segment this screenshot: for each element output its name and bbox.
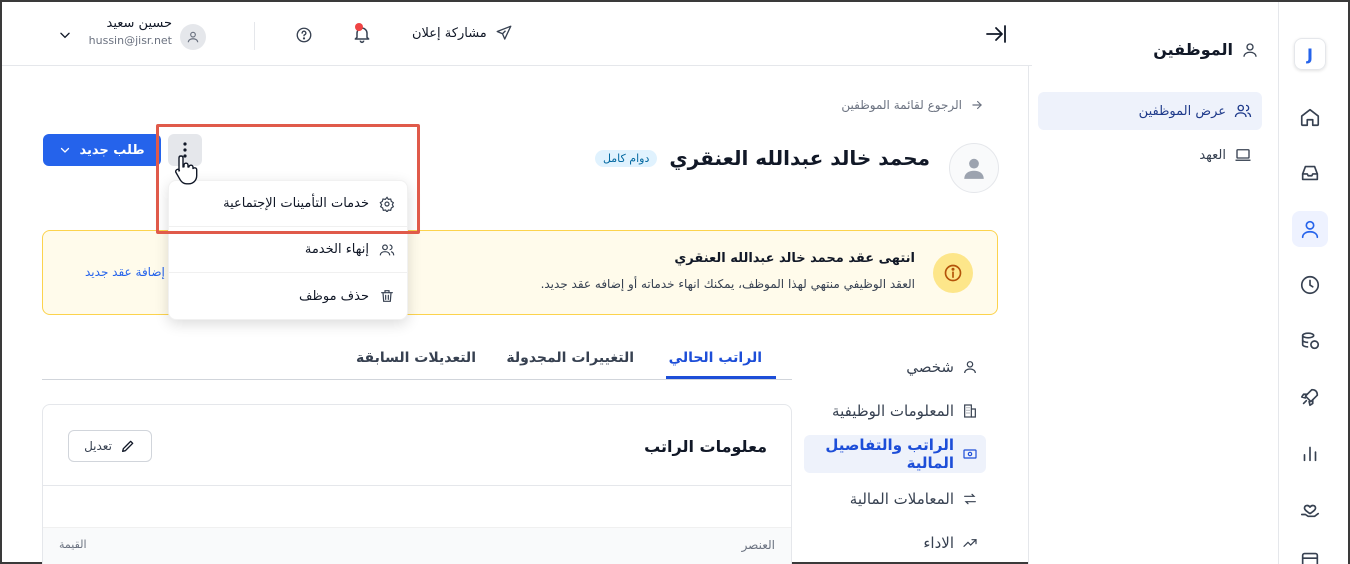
coins-icon[interactable] xyxy=(1292,323,1328,359)
info-icon xyxy=(933,253,973,293)
active-tab-indicator xyxy=(666,376,776,379)
breadcrumb[interactable]: الرجوع لقائمة الموظفين xyxy=(841,98,984,112)
chevron-down-icon xyxy=(59,144,71,156)
sidebar-item-label: عرض الموظفين xyxy=(1138,103,1226,119)
alert-title: انتهى عقد محمد خالد عبدالله العنقري xyxy=(674,251,915,266)
user-icon xyxy=(962,359,978,375)
top-header: مشاركة إعلان حسين سعيد hussin@jisr.net xyxy=(2,2,1032,66)
new-request-button[interactable]: طلب جديد xyxy=(43,134,161,166)
subnav-personal[interactable]: شخصي xyxy=(906,358,978,376)
subnav-financial-transactions[interactable]: المعاملات المالية xyxy=(850,490,978,508)
alert-body: العقد الوظيفي منتهي لهذا الموظف، يمكنك ا… xyxy=(540,277,915,291)
menu-item-label: حذف موظف xyxy=(299,288,369,304)
user-email: hussin@jisr.net xyxy=(88,34,172,47)
status-badge: دوام كامل xyxy=(594,149,658,167)
user-icon[interactable] xyxy=(1292,211,1328,247)
send-icon xyxy=(495,24,513,42)
salary-info-card: معلومات الراتب تعديل العنصر القيمة xyxy=(42,404,792,564)
column-header-value: القيمة xyxy=(59,538,87,551)
chevron-down-icon[interactable] xyxy=(58,28,72,42)
chart-icon[interactable] xyxy=(1292,435,1328,471)
subnav-label: المعاملات المالية xyxy=(849,490,954,508)
sidebar-item-label: العهد xyxy=(1199,147,1226,163)
user-info[interactable]: حسين سعيد hussin@jisr.net xyxy=(82,16,172,47)
collapse-sidebar-icon[interactable] xyxy=(984,22,1008,46)
subnav-label: الراتب والتفاصيل المالية xyxy=(825,436,954,472)
column-header-item: العنصر xyxy=(741,538,775,552)
bell-icon[interactable] xyxy=(352,23,372,44)
building-icon xyxy=(962,403,978,419)
rocket-icon[interactable] xyxy=(1292,379,1328,415)
sidebar-title-text: الموظفين xyxy=(1153,40,1233,59)
share-announcement-button[interactable]: مشاركة إعلان xyxy=(412,24,513,42)
employee-header: محمد خالد عبدالله العنقري دوام كامل xyxy=(594,146,930,170)
table-header: العنصر القيمة xyxy=(43,527,791,564)
money-icon xyxy=(962,446,978,462)
inbox-icon[interactable] xyxy=(1292,155,1328,191)
employee-avatar xyxy=(949,143,999,193)
sidebar-item-custody[interactable]: العهد xyxy=(1038,136,1262,174)
user-icon xyxy=(1241,41,1259,59)
tab-current-salary[interactable]: الراتب الحالي xyxy=(669,350,762,366)
pencil-icon xyxy=(120,438,136,454)
trending-up-icon xyxy=(962,535,978,551)
back-link: الرجوع لقائمة الموظفين xyxy=(841,98,962,112)
employee-name: محمد خالد عبدالله العنقري xyxy=(669,146,930,170)
notification-dot xyxy=(355,23,363,31)
edit-button[interactable]: تعديل xyxy=(68,430,152,462)
swap-icon xyxy=(962,491,978,507)
hand-cursor-icon xyxy=(173,154,199,186)
subnav-label: شخصي xyxy=(906,358,954,376)
subnav-label: الاداء xyxy=(923,534,954,552)
users-icon xyxy=(379,242,395,258)
divider xyxy=(43,485,791,486)
icon-rail: J xyxy=(1278,2,1348,564)
subnav-label: المعلومات الوظيفية xyxy=(832,402,954,420)
subnav-performance[interactable]: الاداء xyxy=(923,534,978,552)
share-label: مشاركة إعلان xyxy=(412,25,487,41)
laptop-icon xyxy=(1234,146,1252,164)
home-icon[interactable] xyxy=(1292,99,1328,135)
sidebar-item-view-employees[interactable]: عرض الموظفين xyxy=(1038,92,1262,130)
hand-heart-icon[interactable] xyxy=(1292,491,1328,527)
sidebar-title: الموظفين xyxy=(1153,40,1259,59)
edit-label: تعديل xyxy=(84,439,112,453)
add-contract-link[interactable]: إضافة عقد جديد xyxy=(85,265,165,279)
calendar-icon[interactable] xyxy=(1292,542,1328,564)
app-logo[interactable]: J xyxy=(1294,38,1326,70)
avatar[interactable] xyxy=(180,24,206,50)
arrow-right-icon xyxy=(970,98,984,112)
menu-item-label: إنهاء الخدمة xyxy=(304,242,369,257)
salary-tabs: الراتب الحالي التغييرات المجدولة التعديل… xyxy=(42,342,792,380)
divider xyxy=(254,22,255,50)
user-name: حسين سعيد xyxy=(106,16,173,31)
subnav-salary-financial[interactable]: الراتب والتفاصيل المالية xyxy=(804,435,986,473)
trash-icon xyxy=(379,288,395,304)
new-request-label: طلب جديد xyxy=(79,142,145,158)
subnav-job-info[interactable]: المعلومات الوظيفية xyxy=(832,402,978,420)
clock-icon[interactable] xyxy=(1292,267,1328,303)
help-icon[interactable] xyxy=(295,26,313,44)
card-title: معلومات الراتب xyxy=(644,437,767,456)
employees-sidebar: الموظفين عرض الموظفين العهد xyxy=(1028,2,1278,564)
users-icon xyxy=(1234,102,1252,120)
tab-scheduled-changes[interactable]: التغييرات المجدولة xyxy=(506,350,634,366)
tab-previous-edits[interactable]: التعديلات السابقة xyxy=(356,350,476,366)
menu-item-delete-employee[interactable]: حذف موظف xyxy=(169,273,407,319)
